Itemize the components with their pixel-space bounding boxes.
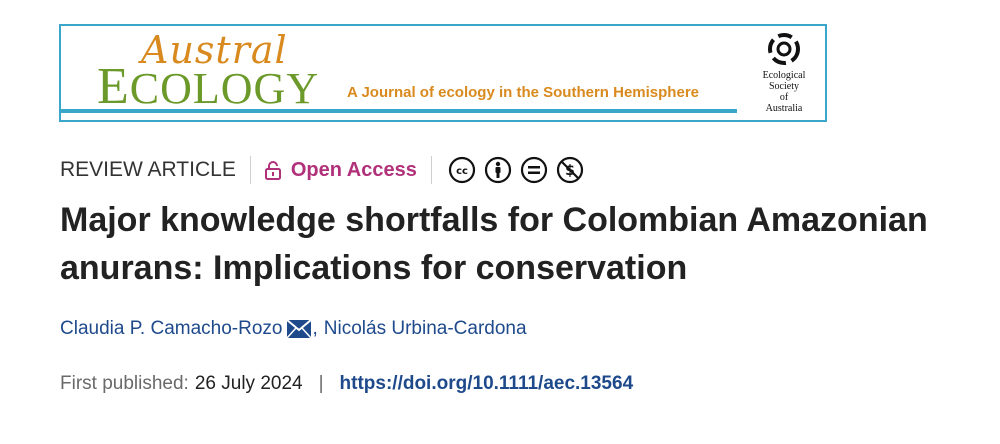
article-meta: REVIEW ARTICLE Open Access cc $ [60, 154, 584, 186]
author-list: Claudia P. Camacho-Rozo , Nicolás Urbina… [60, 318, 527, 340]
publication-info: First published: 26 July 2024 | https://… [60, 373, 633, 395]
open-access-badge: Open Access [264, 158, 417, 182]
society-line-3: of [779, 92, 789, 103]
nd-icon[interactable] [520, 156, 548, 184]
nc-icon[interactable]: $ [556, 156, 584, 184]
unlock-icon [264, 161, 281, 180]
publication-divider: | [318, 373, 324, 394]
journal-banner[interactable]: Austral ECOLOGY A Journal of ecology in … [59, 24, 827, 122]
author-link-urbina[interactable]: Nicolás Urbina-Cardona [324, 318, 527, 340]
logo-ecology-text: ECOLOGY [97, 61, 320, 113]
society-line-1: Ecological [762, 70, 806, 81]
society-line-2: Society [769, 81, 799, 92]
cc-icon[interactable]: cc [448, 156, 476, 184]
society-emblem-icon [768, 33, 800, 65]
meta-divider [249, 156, 251, 184]
logo-ecology-rest: COLOGY [129, 64, 320, 113]
open-access-label: Open Access [290, 158, 417, 181]
article-type: REVIEW ARTICLE [60, 158, 236, 181]
email-icon[interactable] [286, 320, 311, 338]
author-separator: , [312, 318, 318, 339]
publication-date: 26 July 2024 [194, 373, 303, 394]
journal-tagline: A Journal of ecology in the Southern Hem… [347, 84, 699, 101]
first-published-label: First published: [60, 373, 189, 394]
by-icon[interactable] [484, 156, 512, 184]
banner-rule [61, 109, 737, 113]
svg-text:cc: cc [456, 166, 468, 177]
article-title: Major knowledge shortfalls for Colombian… [60, 201, 928, 287]
society-line-4: Australia [765, 103, 803, 114]
license-icons[interactable]: cc $ [448, 156, 584, 184]
society-logo: Ecological Society of Australia [749, 32, 819, 114]
doi-link[interactable]: https://doi.org/10.1111/aec.13564 [340, 373, 634, 395]
logo-ecology-initial: E [97, 58, 130, 115]
meta-divider-2 [430, 156, 432, 184]
author-link-camacho[interactable]: Claudia P. Camacho-Rozo [60, 318, 283, 340]
